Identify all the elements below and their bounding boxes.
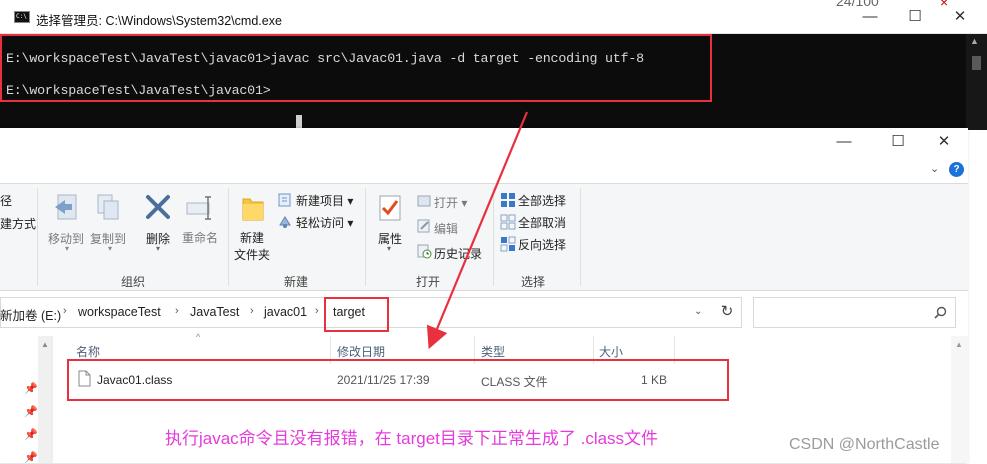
annotation-caption: 执行javac命令且没有报错，在 target目录下正常生成了 .class文件 (165, 429, 659, 448)
annotation-arrow (426, 111, 529, 350)
watermark: CSDN @NorthCastle (789, 436, 940, 453)
